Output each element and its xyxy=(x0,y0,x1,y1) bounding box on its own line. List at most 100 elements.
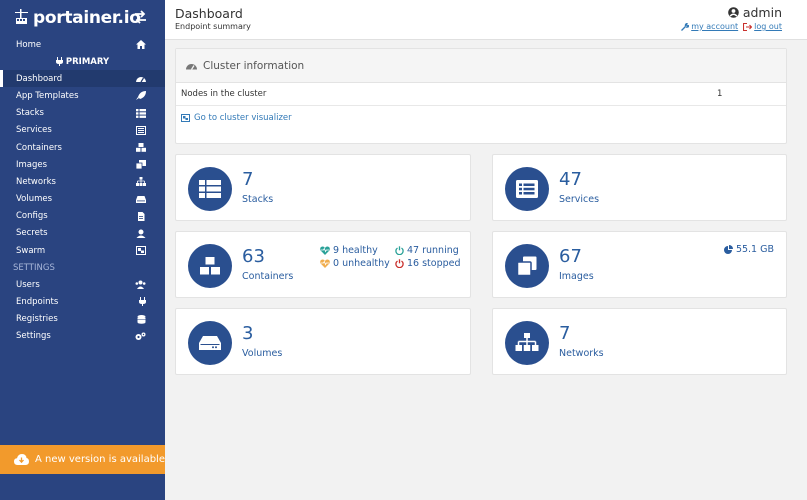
cubes-icon xyxy=(136,142,146,152)
pie-chart-icon xyxy=(723,245,733,254)
volumes-tile[interactable]: 3 Volumes xyxy=(175,308,471,375)
sidebar-item-home[interactable]: Home xyxy=(0,36,165,53)
table-row: Nodes in the cluster 1 xyxy=(176,83,786,106)
sidebar-item-label: Containers xyxy=(16,142,62,153)
networks-tile-icon xyxy=(505,321,549,365)
log-out-label: log out xyxy=(754,22,782,31)
clone-icon xyxy=(517,256,537,276)
sidebar-item-registries[interactable]: Registries xyxy=(0,311,165,328)
containers-tile-icon xyxy=(188,244,232,288)
settings-section-label: SETTINGS xyxy=(13,262,55,273)
sidebar-item-stacks[interactable]: Stacks xyxy=(0,105,165,122)
volumes-tile-icon xyxy=(188,321,232,365)
sidebar-item-endpoints[interactable]: Endpoints xyxy=(0,293,165,310)
sitemap-icon xyxy=(515,333,539,351)
my-account-link[interactable]: my account xyxy=(681,22,738,31)
cluster-info-header: Cluster information xyxy=(176,49,786,83)
hdd-icon xyxy=(199,336,221,350)
crane-icon xyxy=(15,9,28,24)
sidebar-item-settings[interactable]: Settings xyxy=(0,328,165,345)
plug-icon xyxy=(139,297,146,307)
services-count: 47 xyxy=(559,169,582,190)
brand-name: portainer.io xyxy=(33,8,141,28)
containers-label: Containers xyxy=(242,271,294,282)
power-off-icon xyxy=(395,246,404,255)
containers-tile[interactable]: 63 Containers 9 healthy 0 unhealthy 47 r… xyxy=(175,231,471,298)
sidebar-item-label: Stacks xyxy=(16,108,44,119)
cluster-info-widget: Cluster information Nodes in the cluster… xyxy=(175,48,787,144)
object-group-icon xyxy=(136,246,146,256)
my-account-label: my account xyxy=(691,22,739,31)
cloud-download-icon xyxy=(14,454,29,465)
sidebar-item-swarm[interactable]: Swarm xyxy=(0,242,165,259)
healthy-count: 9 healthy xyxy=(333,245,378,256)
page-subtitle: Endpoint summary xyxy=(175,22,251,31)
th-list-icon xyxy=(199,180,221,198)
wrench-icon xyxy=(681,22,690,31)
healthy-stat: 9 healthy xyxy=(320,245,378,256)
sidebar-item-app-templates[interactable]: App Templates xyxy=(0,87,165,104)
volumes-count: 3 xyxy=(242,323,254,344)
sidebar-item-containers[interactable]: Containers xyxy=(0,139,165,156)
services-tile-icon xyxy=(505,167,549,211)
sidebar-item-users[interactable]: Users xyxy=(0,276,165,293)
sidebar-item-images[interactable]: Images xyxy=(0,156,165,173)
cluster-info-title: Cluster information xyxy=(203,59,305,72)
user-links: my account log out xyxy=(681,22,782,31)
sidebar-item-label: Services xyxy=(16,125,52,136)
power-off-icon xyxy=(395,259,404,268)
images-tile-icon xyxy=(505,244,549,288)
sidebar: portainer.io Home PRIMARY Dashboard App … xyxy=(0,0,165,500)
brand: portainer.io xyxy=(0,0,165,36)
database-icon xyxy=(137,314,146,324)
stacks-tile[interactable]: 7 Stacks xyxy=(175,154,471,221)
networks-tile[interactable]: 7 Networks xyxy=(492,308,787,375)
stopped-count: 16 stopped xyxy=(407,258,461,269)
stacks-tile-icon xyxy=(188,167,232,211)
sidebar-item-label: Registries xyxy=(16,314,58,325)
sidebar-item-configs[interactable]: Configs xyxy=(0,208,165,225)
sidebar-item-networks[interactable]: Networks xyxy=(0,173,165,190)
sidebar-item-dashboard[interactable]: Dashboard xyxy=(0,70,165,88)
networks-count: 7 xyxy=(559,323,571,344)
running-stat: 47 running xyxy=(395,245,459,256)
sidebar-item-label: Endpoints xyxy=(16,297,59,308)
sidebar-item-label: Settings xyxy=(16,331,51,342)
portainer-logo[interactable]: portainer.io xyxy=(14,8,141,28)
hdd-icon xyxy=(136,195,146,203)
sidebar-item-label: Secrets xyxy=(16,228,48,239)
endpoint-header: PRIMARY xyxy=(0,53,165,70)
exchange-icon[interactable] xyxy=(134,10,147,24)
sidebar-item-services[interactable]: Services xyxy=(0,122,165,139)
cluster-visualizer-label: Go to cluster visualizer xyxy=(194,113,292,123)
heartbeat-icon xyxy=(320,259,330,268)
stacks-count: 7 xyxy=(242,169,254,190)
nodes-label: Nodes in the cluster xyxy=(181,89,267,99)
stacks-label: Stacks xyxy=(242,194,274,205)
log-out-link[interactable]: log out xyxy=(743,22,782,31)
sidebar-item-label: Images xyxy=(16,159,48,170)
sidebar-item-label: Volumes xyxy=(16,194,53,205)
services-tile[interactable]: 47 Services xyxy=(492,154,787,221)
networks-label: Networks xyxy=(559,348,604,359)
username: admin xyxy=(742,5,782,20)
sidebar-item-volumes[interactable]: Volumes xyxy=(0,191,165,208)
sidebar-item-label: App Templates xyxy=(16,90,79,101)
images-size: 55.1 GB xyxy=(723,244,774,255)
object-group-icon xyxy=(181,114,190,122)
list-alt-icon xyxy=(516,180,538,198)
cluster-visualizer-link[interactable]: Go to cluster visualizer xyxy=(176,106,786,130)
home-icon xyxy=(136,40,146,49)
file-code-icon xyxy=(138,211,145,221)
sidebar-item-label: Users xyxy=(16,279,40,290)
sidebar-item-label: Configs xyxy=(16,211,48,222)
tachometer-icon xyxy=(186,64,197,70)
containers-count: 63 xyxy=(242,246,265,267)
sidebar-item-secrets[interactable]: Secrets xyxy=(0,225,165,242)
images-size-value: 55.1 GB xyxy=(735,244,774,255)
images-tile[interactable]: 67 Images 55.1 GB xyxy=(492,231,787,298)
update-banner[interactable]: A new version is available xyxy=(0,445,165,474)
endpoint-name: PRIMARY xyxy=(65,56,110,67)
cubes-icon xyxy=(199,256,221,276)
sidebar-item-label: Home xyxy=(16,39,42,50)
